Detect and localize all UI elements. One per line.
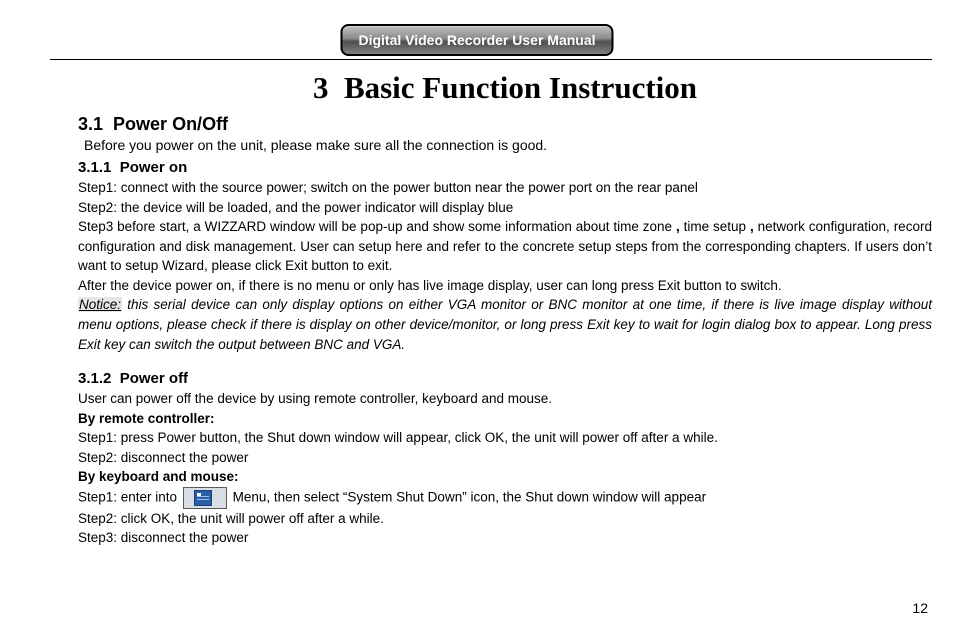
content-area: 3 Basic Function Instruction 3.1 Power O…: [78, 66, 932, 548]
poweroff-intro: User can power off the device by using r…: [78, 389, 932, 409]
notice-body: this serial device can only display opti…: [78, 297, 932, 351]
chapter-title: 3 Basic Function Instruction: [78, 70, 932, 106]
header-badge: Digital Video Recorder User Manual: [340, 24, 613, 56]
comma-1: ,: [676, 219, 680, 234]
km-step1: Step1: enter into Menu, then select “Sys…: [78, 487, 932, 509]
remote-label: By remote controller:: [78, 409, 932, 429]
header-divider: [50, 59, 932, 60]
step3-text: Step3 before start, a WIZZARD window wil…: [78, 217, 932, 276]
comma-2: ,: [750, 219, 754, 234]
subsection-number: 3.1.1: [78, 159, 111, 176]
after-text: After the device power on, if there is n…: [78, 276, 932, 296]
section-3-1-1-heading: 3.1.1 Power on: [78, 159, 932, 176]
menu-icon: [183, 487, 227, 509]
chapter-number: 3: [313, 70, 329, 105]
section-3-1-heading: 3.1 Power On/Off: [78, 114, 932, 135]
page-number: 12: [912, 600, 928, 616]
step1-text: Step1: connect with the source power; sw…: [78, 178, 932, 198]
remote-step1: Step1: press Power button, the Shut down…: [78, 428, 932, 448]
km-step2: Step2: click OK, the unit will power off…: [78, 509, 932, 529]
section-title: Power On/Off: [113, 114, 228, 134]
subsection-title: Power on: [120, 159, 188, 176]
section-3-1-1-body: Step1: connect with the source power; sw…: [78, 178, 932, 354]
keyboard-mouse-label: By keyboard and mouse:: [78, 467, 932, 487]
subsection-number: 3.1.2: [78, 370, 111, 387]
step2-text: Step2: the device will be loaded, and th…: [78, 198, 932, 218]
section-3-1-2-body: User can power off the device by using r…: [78, 389, 932, 548]
remote-step2: Step2: disconnect the power: [78, 448, 932, 468]
section-number: 3.1: [78, 114, 103, 134]
km-step1-a: Step1: enter into: [78, 489, 181, 504]
notice-label: Notice:: [78, 297, 122, 312]
subsection-title: Power off: [120, 370, 188, 387]
notice-text: Notice: this serial device can only disp…: [78, 295, 932, 354]
header-title: Digital Video Recorder User Manual: [358, 32, 595, 48]
chapter-name: Basic Function Instruction: [344, 70, 697, 105]
km-step1-b: Menu, then select “System Shut Down” ico…: [233, 489, 707, 504]
manual-page: Digital Video Recorder User Manual 3 Bas…: [0, 0, 954, 636]
section-3-1-2-heading: 3.1.2 Power off: [78, 370, 932, 387]
km-step3: Step3: disconnect the power: [78, 528, 932, 548]
step3-part-b: time setup: [684, 219, 746, 234]
step3-part-a: Step3 before start, a WIZZARD window wil…: [78, 219, 672, 234]
section-3-1-intro: Before you power on the unit, please mak…: [84, 137, 932, 153]
